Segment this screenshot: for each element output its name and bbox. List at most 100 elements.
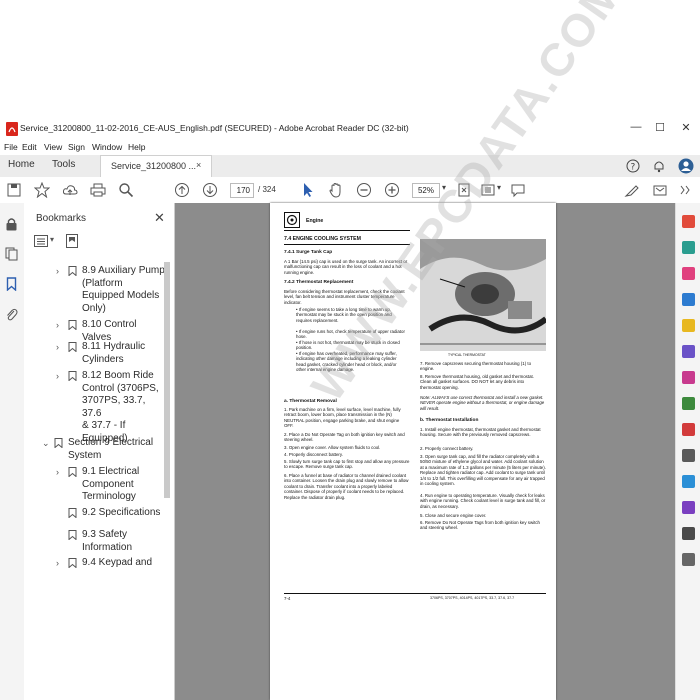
menu-edit[interactable]: Edit: [22, 142, 37, 152]
bookmark-options-chevron-icon[interactable]: ▾: [50, 235, 54, 244]
bookmark-item[interactable]: › 9.4 Keypad and Display Screen: [56, 557, 166, 569]
bookmark-icon: [68, 467, 77, 477]
bookmark-icon: [68, 558, 77, 568]
close-bookmarks-button[interactable]: ✕: [154, 210, 165, 226]
lock-icon[interactable]: [5, 217, 18, 231]
optimize-pdf-icon[interactable]: [682, 527, 695, 540]
step: 3. Open surge tank cap, and fill the rad…: [420, 454, 546, 487]
comment-icon[interactable]: [510, 182, 526, 198]
bookmark-icon: [68, 266, 77, 276]
hand-tool-icon[interactable]: [328, 182, 344, 198]
page-thumbnails-icon[interactable]: [5, 247, 18, 261]
bookmarks-scrollbar[interactable]: [164, 262, 170, 498]
menu-window[interactable]: Window: [92, 142, 122, 152]
minimize-button[interactable]: —: [626, 121, 646, 133]
fill-sign-icon[interactable]: [624, 182, 640, 198]
acrobat-logo-icon: [6, 122, 18, 136]
section-rule: [284, 230, 410, 231]
tab-bar: Home Tools Service_31200800 ... × ?: [0, 155, 700, 178]
chevron-right-icon[interactable]: ›: [56, 319, 59, 332]
combine-files-icon[interactable]: [682, 345, 695, 358]
share-link-icon[interactable]: [652, 182, 668, 198]
print-icon[interactable]: [90, 182, 106, 198]
maximize-button[interactable]: ☐: [650, 121, 670, 134]
engine-section-icon: [284, 212, 300, 228]
scan-ocr-icon[interactable]: [682, 397, 695, 410]
page-number-input[interactable]: 170: [230, 183, 254, 198]
step: 1. Park machine on a firm, level surface…: [284, 407, 401, 429]
help-icon[interactable]: ?: [626, 159, 640, 173]
figure-caption: TYPICAL THERMOSTAT: [448, 353, 486, 357]
bookmarks-panel-icon[interactable]: [5, 277, 18, 291]
bookmark-icon: [68, 320, 77, 330]
share-icon[interactable]: [682, 293, 695, 306]
zoom-out-icon[interactable]: [356, 182, 372, 198]
comment-tool-icon[interactable]: [682, 319, 695, 332]
previous-page-icon[interactable]: [174, 182, 190, 198]
heading-rule: [284, 244, 410, 245]
chevron-down-icon[interactable]: ⌄: [42, 437, 50, 450]
menu-view[interactable]: View: [44, 142, 62, 152]
bookmark-icon: [68, 371, 77, 381]
menu-sign[interactable]: Sign: [68, 142, 85, 152]
bookmark-label: 9.2 Specifications: [82, 507, 161, 518]
section-title: Engine: [306, 218, 324, 224]
step: 4. Properly disconnect battery.: [284, 452, 343, 457]
more-tools-icon[interactable]: [682, 449, 695, 462]
tab-document[interactable]: Service_31200800 ... ×: [100, 155, 212, 178]
bookmark-star-icon[interactable]: [34, 182, 50, 198]
select-cursor-icon[interactable]: [300, 182, 316, 198]
chevron-right-icon[interactable]: ›: [56, 341, 59, 354]
window-title: Service_31200800_11-02-2016_CE-AUS_Engli…: [20, 123, 409, 133]
close-window-button[interactable]: ✕: [676, 121, 696, 134]
bookmark-label: 8.11 Hydraulic Cylinders: [82, 341, 146, 365]
export-pdf-icon[interactable]: [682, 215, 695, 228]
bookmark-label: 8.12 Boom Ride Control (3706PS, 3707PS, …: [82, 370, 159, 444]
send-for-signature-icon[interactable]: [682, 501, 695, 514]
bookmark-icon: [68, 530, 77, 540]
notifications-icon[interactable]: [652, 159, 666, 173]
bookmark-label: Section 9 Electrical System: [68, 437, 154, 461]
bookmark-icon: [68, 508, 77, 518]
step: 1. Install engine thermostat, thermostat…: [420, 427, 541, 438]
footer-rule: [284, 593, 546, 594]
avatar[interactable]: [678, 158, 694, 174]
left-navigation-rail: [0, 203, 25, 700]
next-page-icon[interactable]: [202, 182, 218, 198]
chevron-right-icon[interactable]: ›: [56, 466, 59, 479]
upload-cloud-icon[interactable]: [62, 182, 78, 198]
protect-icon[interactable]: [682, 423, 695, 436]
page-footer-number: 7-4: [284, 596, 291, 601]
bookmark-label: 8.9 Auxiliary Pump (Platform Equipped Mo…: [82, 265, 165, 314]
tab-document-label: Service_31200800 ...: [111, 161, 197, 171]
bookmarks-panel: Bookmarks ✕ ▾ › 8.9 Auxiliary Pump (Plat…: [24, 203, 175, 700]
zoom-in-icon[interactable]: [384, 182, 400, 198]
bookmarks-toolbar: ▾: [34, 233, 94, 249]
chevron-right-icon[interactable]: ›: [56, 265, 59, 278]
page-total: / 324: [258, 185, 276, 194]
collapse-toolbar-icon[interactable]: [678, 182, 694, 198]
chevron-right-icon[interactable]: ›: [56, 370, 59, 383]
bookmark-label: 9.3 Safety Information: [82, 529, 133, 553]
tab-tools[interactable]: Tools: [52, 159, 75, 170]
menu-file[interactable]: File: [4, 142, 18, 152]
tab-home[interactable]: Home: [8, 159, 35, 170]
edit-pdf-icon[interactable]: [682, 267, 695, 280]
chevron-right-icon[interactable]: ›: [56, 557, 59, 569]
create-pdf-icon[interactable]: [682, 241, 695, 254]
step: 6. Remove Do Not Operate Tags from both …: [420, 520, 540, 531]
tab-close-button[interactable]: ×: [196, 160, 201, 170]
subsection-title: b. Thermostat Installation: [420, 418, 479, 423]
step: 4. Run engine to operating temperature. …: [420, 493, 546, 509]
attachments-icon[interactable]: [5, 307, 18, 321]
menu-help[interactable]: Help: [128, 142, 145, 152]
tool-settings-icon[interactable]: [682, 553, 695, 566]
organize-pages-icon[interactable]: [682, 371, 695, 384]
save-icon[interactable]: [6, 182, 22, 198]
step: 2. Place a Do Not Operate Tag on both ig…: [284, 432, 405, 443]
fill-sign-tool-icon[interactable]: [682, 475, 695, 488]
expand-bookmark-icon[interactable]: [66, 234, 78, 248]
toolbar: 170 / 324 52% ▾ ▾: [0, 177, 700, 204]
search-icon[interactable]: [118, 182, 134, 198]
bookmark-options-icon[interactable]: [34, 235, 48, 247]
